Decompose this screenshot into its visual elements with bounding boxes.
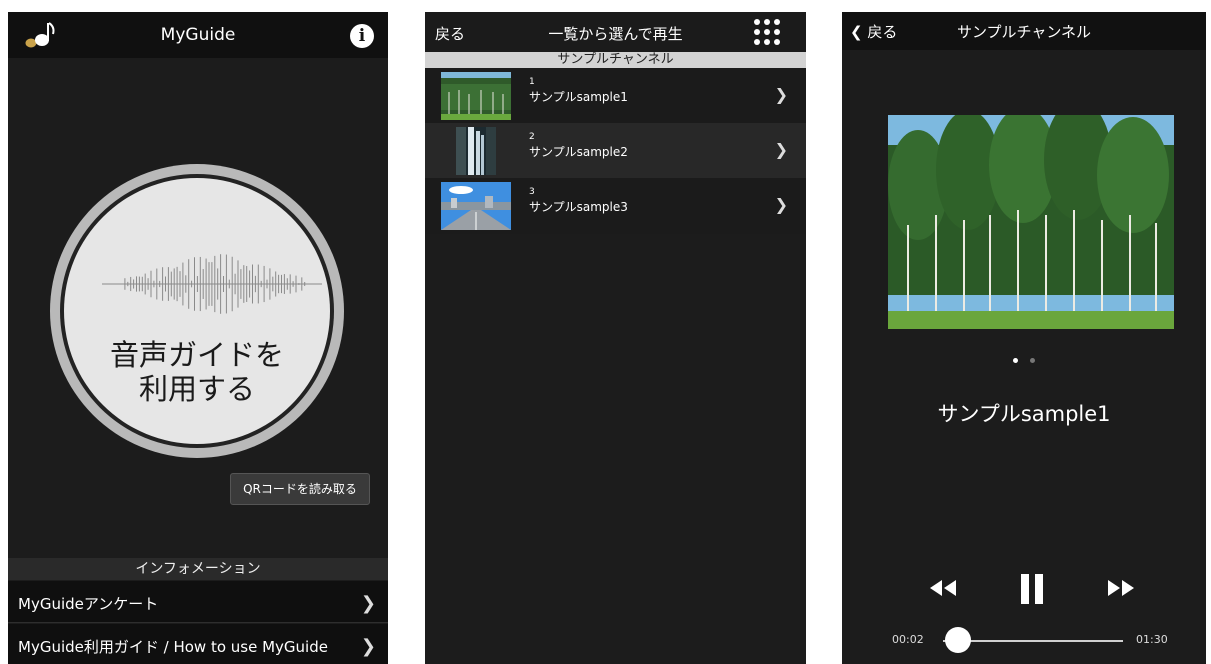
road-thumbnail [441, 182, 511, 230]
list-item[interactable]: 2 サンプルsample2 ❯ [425, 123, 806, 179]
channel-list-screen: 戻る 一覧から選んで再生 サンプルチャンネル 1 サンプルsample1 ❯ 2… [425, 12, 806, 664]
chevron-right-icon: ❯ [774, 195, 788, 214]
item-number: 3 [529, 187, 535, 197]
channel-section-header: サンプルチャンネル [425, 52, 806, 68]
forest-thumbnail [441, 72, 511, 120]
info-icon[interactable]: i [350, 24, 374, 48]
list-item[interactable]: 3 サンプルsample3 ❯ [425, 178, 806, 234]
waterfall-thumbnail [456, 127, 496, 175]
track-image [888, 115, 1174, 329]
player-screen: ❮ 戻る サンプルチャンネル サンプルsample1 00:02 01:30 [842, 12, 1206, 664]
info-item-survey[interactable]: MyGuideアンケート ❯ [8, 581, 388, 623]
list-item[interactable]: 1 サンプルsample1 ❯ [425, 68, 806, 124]
grid-dots-icon[interactable] [754, 19, 780, 45]
rewind-icon[interactable] [928, 574, 958, 602]
chevron-right-icon: ❯ [774, 140, 788, 159]
home-nav-bar: MyGuide i [8, 12, 388, 58]
chevron-right-icon: ❯ [774, 85, 788, 104]
chevron-right-icon: ❯ [360, 636, 376, 657]
qr-scan-button[interactable]: QRコードを読み取る [230, 473, 370, 505]
item-name: サンプルsample1 [529, 90, 628, 104]
page-title: 一覧から選んで再生 [548, 25, 683, 43]
total-time: 01:30 [1136, 633, 1168, 646]
info-item-label: MyGuide利用ガイド / How to use MyGuide [18, 638, 328, 656]
player-nav-bar: ❮ 戻る サンプルチャンネル [842, 12, 1206, 50]
pause-icon[interactable] [1020, 572, 1044, 606]
guide-label-line-2: 利用する [138, 372, 255, 406]
elapsed-time: 00:02 [892, 633, 924, 646]
page-dot-active [1013, 358, 1019, 363]
fast-forward-icon[interactable] [1106, 574, 1136, 602]
list-nav-bar: 戻る 一覧から選んで再生 [425, 12, 806, 52]
page-title: サンプルチャンネル [956, 23, 1092, 41]
chevron-right-icon: ❯ [360, 593, 376, 614]
track-title: サンプルsample1 [937, 402, 1111, 426]
item-name: サンプルsample3 [529, 200, 628, 214]
app-title: MyGuide [160, 25, 236, 45]
info-item-usage-guide[interactable]: MyGuide利用ガイド / How to use MyGuide ❯ [8, 624, 388, 664]
guide-label-line-1: 音声ガイドを [109, 338, 284, 372]
page-dot [1029, 358, 1035, 363]
page-indicator [842, 348, 1206, 367]
home-screen: MyGuide i 音声ガイドを 利用する QRコードを読み取る インフォメーシ… [8, 12, 388, 664]
audio-guide-button[interactable]: 音声ガイドを 利用する [50, 164, 344, 458]
item-number: 1 [529, 77, 535, 87]
info-item-label: MyGuideアンケート [18, 595, 159, 613]
item-name: サンプルsample2 [529, 145, 628, 159]
waveform-icon [102, 254, 322, 314]
info-section-header: インフォメーション [8, 558, 388, 580]
progress-slider-knob[interactable] [945, 627, 971, 653]
item-number: 2 [529, 132, 535, 142]
